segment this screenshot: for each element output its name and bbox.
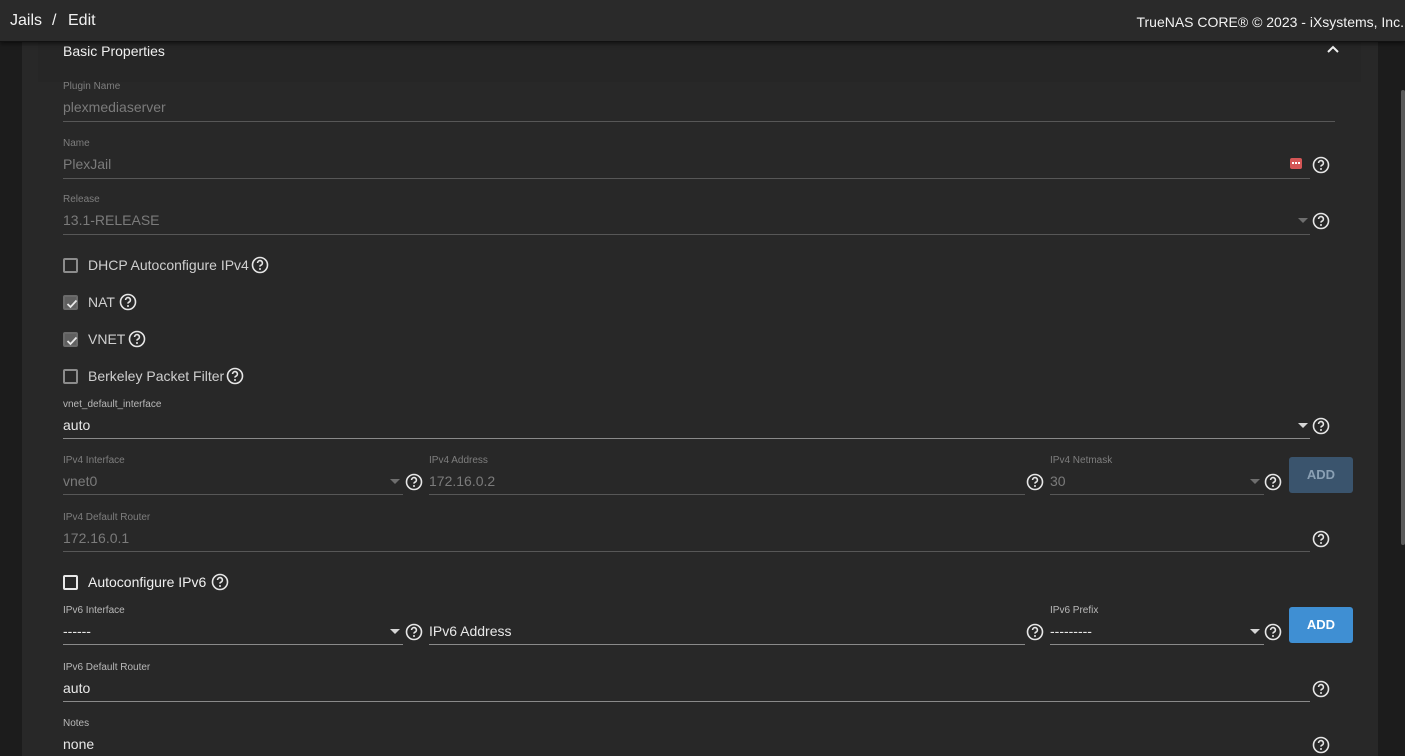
help-icon[interactable] bbox=[119, 293, 137, 311]
ipv4-interface-label: IPv4 Interface bbox=[63, 455, 125, 466]
bpf-checkbox[interactable] bbox=[63, 369, 78, 384]
help-icon[interactable] bbox=[226, 367, 244, 385]
nat-label: NAT bbox=[88, 294, 115, 310]
help-icon[interactable] bbox=[1264, 473, 1282, 491]
caret-down-icon bbox=[1298, 218, 1308, 223]
ipv6-interface-select[interactable]: ------ bbox=[63, 623, 91, 639]
release-label: Release bbox=[63, 194, 100, 205]
help-icon[interactable] bbox=[1026, 623, 1044, 641]
help-icon[interactable] bbox=[1312, 417, 1330, 435]
ipv6-interface-label: IPv6 Interface bbox=[63, 605, 125, 616]
ipv4-netmask-label: IPv4 Netmask bbox=[1050, 455, 1113, 466]
help-icon[interactable] bbox=[1312, 680, 1330, 698]
vnet-checkbox[interactable] bbox=[63, 332, 78, 347]
ipv6-default-router-input[interactable]: auto bbox=[63, 680, 90, 696]
name-underline bbox=[63, 178, 1310, 179]
plugin-name-value: plexmediaserver bbox=[63, 99, 166, 115]
caret-down-icon bbox=[1250, 479, 1260, 484]
copyright-text: TrueNAS CORE® © 2023 - iXsystems, Inc. bbox=[1136, 14, 1404, 30]
autoconfigure-ipv6-label: Autoconfigure IPv6 bbox=[88, 574, 207, 590]
help-icon[interactable] bbox=[1026, 473, 1044, 491]
check-icon bbox=[66, 299, 78, 309]
plugin-name-underline bbox=[63, 121, 1335, 122]
ipv4-default-router-underline bbox=[63, 551, 1310, 552]
release-select[interactable]: 13.1-RELEASE bbox=[63, 212, 160, 228]
help-icon[interactable] bbox=[128, 330, 146, 348]
vnet-default-interface-underline bbox=[63, 438, 1310, 439]
help-icon[interactable] bbox=[1312, 212, 1330, 230]
ipv4-address-label: IPv4 Address bbox=[429, 455, 488, 466]
notes-label: Notes bbox=[63, 718, 90, 729]
help-icon[interactable] bbox=[1312, 156, 1330, 174]
name-input[interactable]: PlexJail bbox=[63, 156, 111, 172]
ipv6-default-router-label: IPv6 Default Router bbox=[63, 662, 151, 673]
help-icon[interactable] bbox=[1312, 736, 1330, 754]
dhcp-label: DHCP Autoconfigure IPv4 bbox=[88, 257, 249, 273]
ipv4-interface-underline bbox=[63, 494, 403, 495]
breadcrumb-edit: Edit bbox=[68, 12, 96, 29]
vnet-default-interface-label: vnet_default_interface bbox=[63, 399, 162, 410]
notes-input[interactable]: none bbox=[63, 736, 94, 752]
ipv4-interface-select[interactable]: vnet0 bbox=[63, 473, 97, 489]
chevron-up-icon[interactable] bbox=[1325, 42, 1341, 56]
help-icon[interactable] bbox=[405, 473, 423, 491]
caret-down-icon bbox=[390, 479, 400, 484]
ipv4-address-underline bbox=[429, 494, 1025, 495]
help-icon[interactable] bbox=[211, 573, 229, 591]
vnet-default-interface-select[interactable]: auto bbox=[63, 417, 90, 433]
ipv4-default-router-label: IPv4 Default Router bbox=[63, 512, 151, 523]
autoconfigure-ipv6-checkbox[interactable] bbox=[63, 575, 78, 590]
ipv6-interface-underline bbox=[63, 644, 403, 645]
help-icon[interactable] bbox=[1264, 623, 1282, 641]
dhcp-checkbox[interactable] bbox=[63, 258, 78, 273]
nat-checkbox[interactable] bbox=[63, 295, 78, 310]
breadcrumb-jails[interactable]: Jails bbox=[10, 12, 42, 30]
top-bar: Jails / Edit TrueNAS CORE® © 2023 - iXsy… bbox=[0, 0, 1405, 42]
release-underline bbox=[63, 234, 1310, 235]
form-card bbox=[22, 42, 1378, 756]
help-icon[interactable] bbox=[251, 256, 269, 274]
caret-down-icon[interactable] bbox=[1298, 423, 1308, 428]
keyboard-badge-icon bbox=[1290, 158, 1302, 169]
scrollbar-thumb[interactable] bbox=[1401, 90, 1405, 545]
ipv4-netmask-select[interactable]: 30 bbox=[1050, 473, 1066, 489]
plugin-name-label: Plugin Name bbox=[63, 81, 121, 92]
help-icon[interactable] bbox=[405, 623, 423, 641]
ipv6-prefix-select[interactable]: --------- bbox=[1050, 623, 1092, 639]
bpf-label: Berkeley Packet Filter bbox=[88, 368, 225, 384]
name-label: Name bbox=[63, 138, 90, 149]
ipv6-address-underline bbox=[429, 644, 1025, 645]
section-title: Basic Properties bbox=[63, 43, 165, 59]
check-icon bbox=[66, 336, 78, 346]
ipv4-netmask-underline bbox=[1050, 494, 1264, 495]
caret-down-icon[interactable] bbox=[1250, 629, 1260, 634]
ipv6-add-button[interactable]: ADD bbox=[1289, 607, 1353, 643]
caret-down-icon[interactable] bbox=[390, 629, 400, 634]
help-icon[interactable] bbox=[1312, 530, 1330, 548]
ipv6-address-input[interactable]: IPv6 Address bbox=[429, 623, 512, 639]
breadcrumb-separator: / bbox=[52, 12, 57, 29]
page-gutter-left bbox=[0, 42, 22, 756]
ipv4-add-button[interactable]: ADD bbox=[1289, 457, 1353, 493]
ipv6-prefix-underline bbox=[1050, 644, 1264, 645]
ipv6-default-router-underline bbox=[63, 701, 1310, 702]
ipv6-prefix-label: IPv6 Prefix bbox=[1050, 605, 1099, 616]
ipv4-default-router-input[interactable]: 172.16.0.1 bbox=[63, 530, 129, 546]
ipv4-address-input[interactable]: 172.16.0.2 bbox=[429, 473, 495, 489]
section-header[interactable] bbox=[38, 42, 1361, 82]
vnet-label: VNET bbox=[88, 331, 126, 347]
